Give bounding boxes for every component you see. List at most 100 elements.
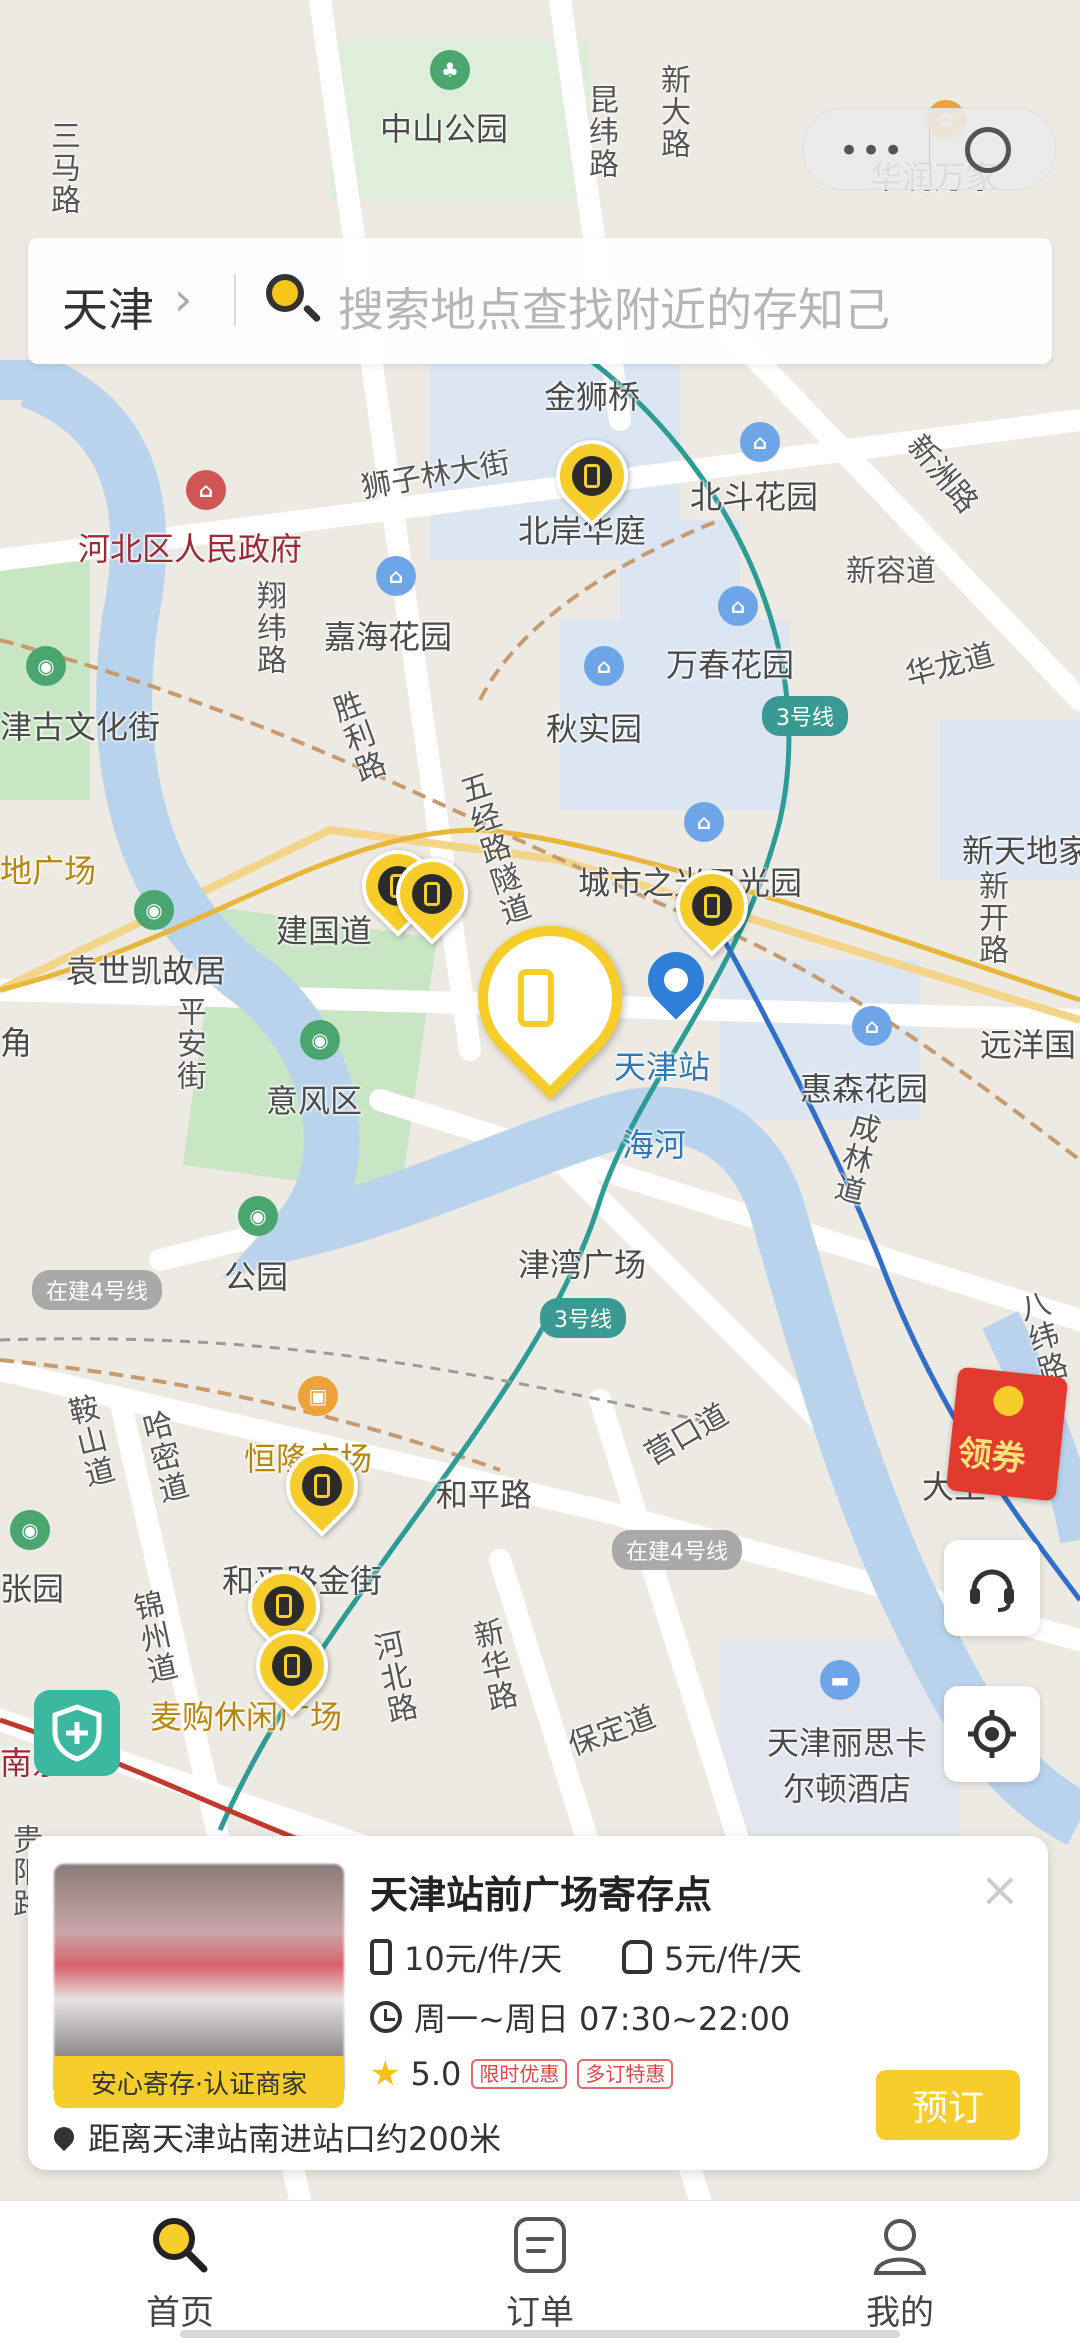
map-label: 公园: [224, 1258, 289, 1296]
search-icon: [148, 2213, 212, 2277]
map-label: 嘉海花园: [324, 618, 453, 656]
miniprogram-capsule: •••: [802, 108, 1056, 190]
status-bar: [0, 0, 1080, 80]
price-bag: 5元/件/天: [622, 1934, 802, 1980]
map-label: 和平路: [436, 1476, 533, 1514]
search-divider: [234, 274, 236, 326]
hotel-icon: ▬: [820, 1660, 860, 1700]
more-menu-button[interactable]: •••: [839, 131, 905, 171]
map-label: 河北区人民政府: [78, 530, 303, 568]
metro-line-badge: 3号线: [540, 1298, 626, 1338]
price-luggage-text: 10元/件/天: [404, 1940, 563, 1978]
tab-home[interactable]: 首页: [80, 2213, 280, 2341]
opening-hours: 周一~周日 07:30~22:00: [370, 1994, 790, 2040]
map-label: 三马路: [45, 120, 80, 216]
map-label: 惠森花园: [800, 1070, 929, 1108]
star-icon: ★: [370, 2054, 401, 2094]
shield-icon: [52, 1704, 102, 1762]
scenic-icon: ◉: [10, 1510, 50, 1550]
map-label: 袁世凯故居: [66, 952, 227, 990]
map-label: 秋实园: [546, 710, 643, 748]
map-label: 新容道: [846, 554, 936, 589]
residence-icon: ⌂: [740, 422, 780, 462]
metro-line-badge: 在建4号线: [32, 1270, 162, 1310]
search-icon: [266, 274, 304, 312]
map-label: 津古文化街: [0, 708, 161, 746]
map-label: 新天地家: [962, 832, 1080, 870]
store-title: 天津站前广场寄存点: [370, 1873, 713, 1917]
store-info-card[interactable]: 安心寄存·认证商家 天津站前广场寄存点 × 10元/件/天 5元/件/天 周一~…: [28, 1836, 1048, 2170]
tab-label: 我的: [866, 2293, 934, 2333]
scenic-icon: ◉: [26, 646, 66, 686]
map-label: 翔纬路: [251, 580, 286, 676]
safety-shield-button[interactable]: [34, 1690, 120, 1776]
city-selector[interactable]: 天津: [62, 274, 154, 340]
close-miniprogram-icon[interactable]: [965, 127, 1011, 173]
residence-icon: ⌂: [584, 646, 624, 686]
tab-profile[interactable]: 我的: [800, 2213, 1000, 2341]
certified-badge: 安心寄存·认证商家: [54, 2056, 344, 2108]
tab-orders[interactable]: 订单: [440, 2213, 640, 2341]
map-label: 中山公园: [380, 110, 509, 148]
metro-line-badge: 在建4号线: [612, 1530, 742, 1570]
rating-value: 5.0: [410, 2055, 462, 2093]
home-indicator: [180, 2330, 900, 2338]
map-label: 新开路: [973, 870, 1008, 966]
search-input[interactable]: 搜索地点查找附近的存知己: [338, 274, 890, 340]
distance-row: 距离天津站南进站口约200米: [49, 2114, 502, 2160]
scenic-icon: ◉: [238, 1196, 278, 1236]
distance-text: 距离天津站南进站口约200米: [88, 2120, 502, 2158]
bottom-tab-bar: 首页 订单 我的: [0, 2200, 1080, 2341]
residence-icon: ⌂: [684, 802, 724, 842]
book-button[interactable]: 预订: [876, 2070, 1020, 2140]
coin-icon: [991, 1384, 1025, 1418]
coupon-label: 领券: [955, 1433, 1028, 1480]
residence-icon: ⌂: [718, 586, 758, 626]
map-label: 张园: [0, 1570, 65, 1608]
map-label: 金狮桥: [544, 378, 641, 416]
map-label: 万春花园: [666, 646, 795, 684]
location-pin-icon: [49, 2122, 79, 2152]
metro-line-badge: 3号线: [762, 696, 848, 736]
promo-tag: 限时优惠: [471, 2059, 568, 2089]
luggage-icon: [370, 1939, 392, 1975]
locate-me-button[interactable]: [944, 1686, 1040, 1782]
government-icon: ⌂: [186, 470, 226, 510]
map-label: 北斗花园: [690, 478, 819, 516]
map-label: 角: [0, 1024, 33, 1062]
chevron-right-icon: ›: [174, 272, 193, 326]
map-label: 建国道: [276, 912, 373, 950]
price-bag-text: 5元/件/天: [664, 1940, 802, 1978]
backpack-icon: [622, 1940, 652, 1974]
coupon-button[interactable]: 领券: [945, 1366, 1069, 1502]
search-bar: 天津 › 搜索地点查找附近的存知己: [28, 238, 1052, 364]
clock-icon: [370, 2001, 402, 2033]
promo-tag: 多订特惠: [577, 2059, 674, 2089]
headset-icon: [970, 1569, 1014, 1612]
map-label: 天津站: [614, 1048, 711, 1086]
profile-icon: [868, 2213, 932, 2277]
price-luggage: 10元/件/天: [370, 1934, 562, 1980]
rating-row: ★ 5.0 限时优惠 多订特惠: [370, 2054, 674, 2094]
map-label: 麦购休闲广场: [150, 1698, 343, 1736]
map-label: 意风区: [266, 1082, 363, 1120]
tab-label: 订单: [506, 2293, 574, 2333]
shopping-icon: ▣: [298, 1376, 338, 1416]
residence-icon: ⌂: [376, 556, 416, 596]
map-label: 远洋国: [980, 1026, 1077, 1064]
capsule-divider: [929, 129, 930, 169]
scenic-icon: ◉: [300, 1020, 340, 1060]
map-label: 地广场: [0, 852, 97, 890]
order-icon: [508, 2213, 572, 2277]
map-label: 海河: [622, 1126, 687, 1164]
map-label: 平安街: [171, 996, 206, 1092]
hours-text: 周一~周日 07:30~22:00: [414, 2000, 791, 2038]
map-label: 天津丽思卡尔顿酒店: [766, 1724, 927, 1808]
locate-icon: [968, 1710, 1016, 1758]
scenic-icon: ◉: [134, 890, 174, 930]
residence-icon: ⌂: [852, 1006, 892, 1046]
map-label: 昆纬路: [583, 84, 618, 180]
customer-service-button[interactable]: [944, 1540, 1040, 1636]
tab-label: 首页: [146, 2293, 214, 2333]
close-card-button[interactable]: ×: [980, 1862, 1020, 1918]
